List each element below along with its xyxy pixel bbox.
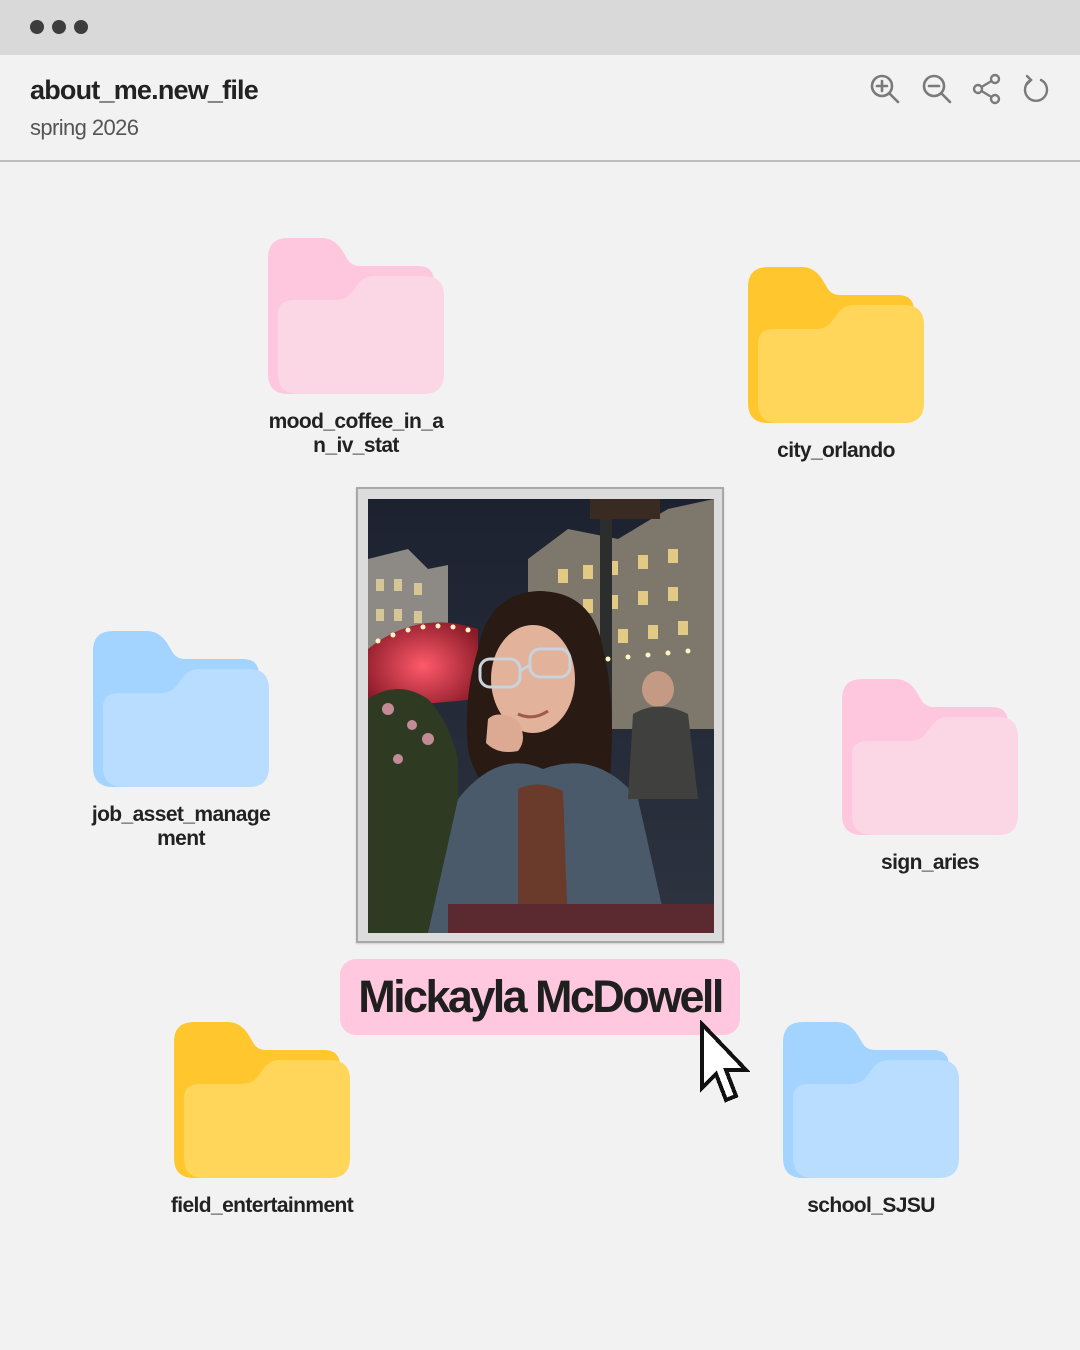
mouse-cursor-icon xyxy=(698,1019,751,1108)
pink-folder-icon xyxy=(268,238,444,394)
window-dot-1[interactable] xyxy=(30,20,44,34)
share-icon[interactable] xyxy=(970,72,1004,106)
profile-photo-frame xyxy=(356,487,724,943)
window-header: about_me.new_file spring 2026 xyxy=(0,55,1080,162)
folder-label: sign_aries xyxy=(881,851,980,874)
zoom-in-icon[interactable] xyxy=(868,72,902,106)
folder-mood[interactable]: mood_coffee_in_an_iv_stat xyxy=(268,238,448,458)
folder-school[interactable]: school_SJSU xyxy=(783,1022,963,1218)
zoom-out-icon[interactable] xyxy=(920,72,954,106)
folder-field[interactable]: field_entertainment xyxy=(171,1022,354,1218)
profile-name-badge: Mickayla McDowell xyxy=(340,959,740,1035)
window-dot-3[interactable] xyxy=(74,20,88,34)
window-dot-2[interactable] xyxy=(52,20,66,34)
folder-label: school_SJSU xyxy=(807,1194,935,1217)
blue-folder-icon xyxy=(783,1022,959,1178)
folder-job[interactable]: job_asset_management xyxy=(92,631,273,851)
refresh-icon[interactable] xyxy=(1019,72,1053,106)
window-title: about_me.new_file xyxy=(30,75,259,105)
yellow-folder-icon xyxy=(748,267,924,423)
folder-label: city_orlando xyxy=(777,439,895,462)
folder-sign[interactable]: sign_aries xyxy=(842,679,1022,875)
yellow-folder-icon xyxy=(174,1022,350,1178)
profile-photo xyxy=(368,499,714,933)
folder-label: mood_coffee_in_an_iv_stat xyxy=(268,410,444,457)
pink-folder-icon xyxy=(842,679,1018,835)
folder-label: field_entertainment xyxy=(170,1194,354,1217)
folder-label: job_asset_management xyxy=(91,803,271,850)
window-subtitle: spring 2026 xyxy=(30,115,139,140)
folder-city[interactable]: city_orlando xyxy=(748,267,928,463)
window-titlebar xyxy=(0,0,1080,55)
blue-folder-icon xyxy=(93,631,269,787)
